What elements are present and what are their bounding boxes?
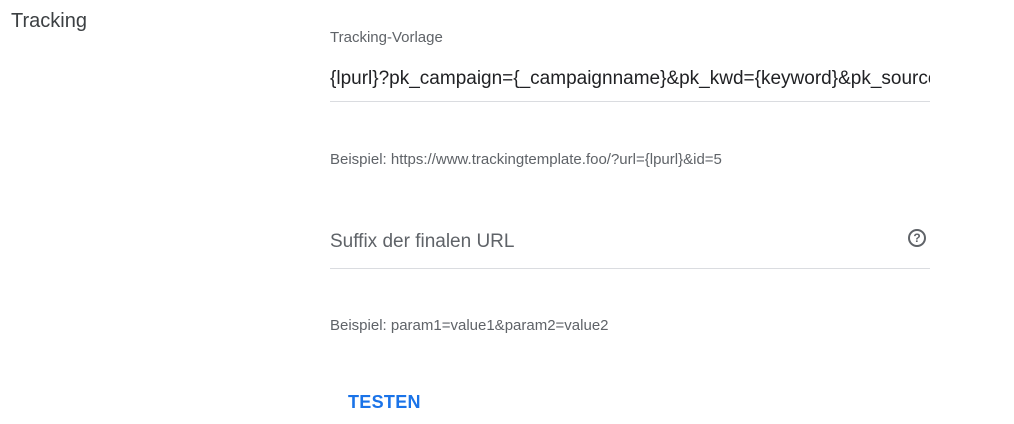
test-button[interactable]: TESTEN xyxy=(340,388,429,417)
final-url-suffix-field[interactable]: ? xyxy=(330,222,930,269)
section-title: Tracking xyxy=(11,10,87,32)
tracking-template-label: Tracking-Vorlage xyxy=(330,29,443,46)
tracking-template-field[interactable]: Tracking-Vorlage {lpurl}?pk_campaign={_c… xyxy=(330,29,930,102)
tracking-template-helper: Beispiel: https://www.trackingtemplate.f… xyxy=(330,151,722,168)
tracking-template-input[interactable]: {lpurl}?pk_campaign={_campaignname}&pk_k… xyxy=(330,68,930,90)
final-url-suffix-input[interactable] xyxy=(330,228,890,256)
final-url-suffix-helper: Beispiel: param1=value1&param2=value2 xyxy=(330,317,609,334)
help-circle-icon[interactable]: ? xyxy=(908,229,926,247)
